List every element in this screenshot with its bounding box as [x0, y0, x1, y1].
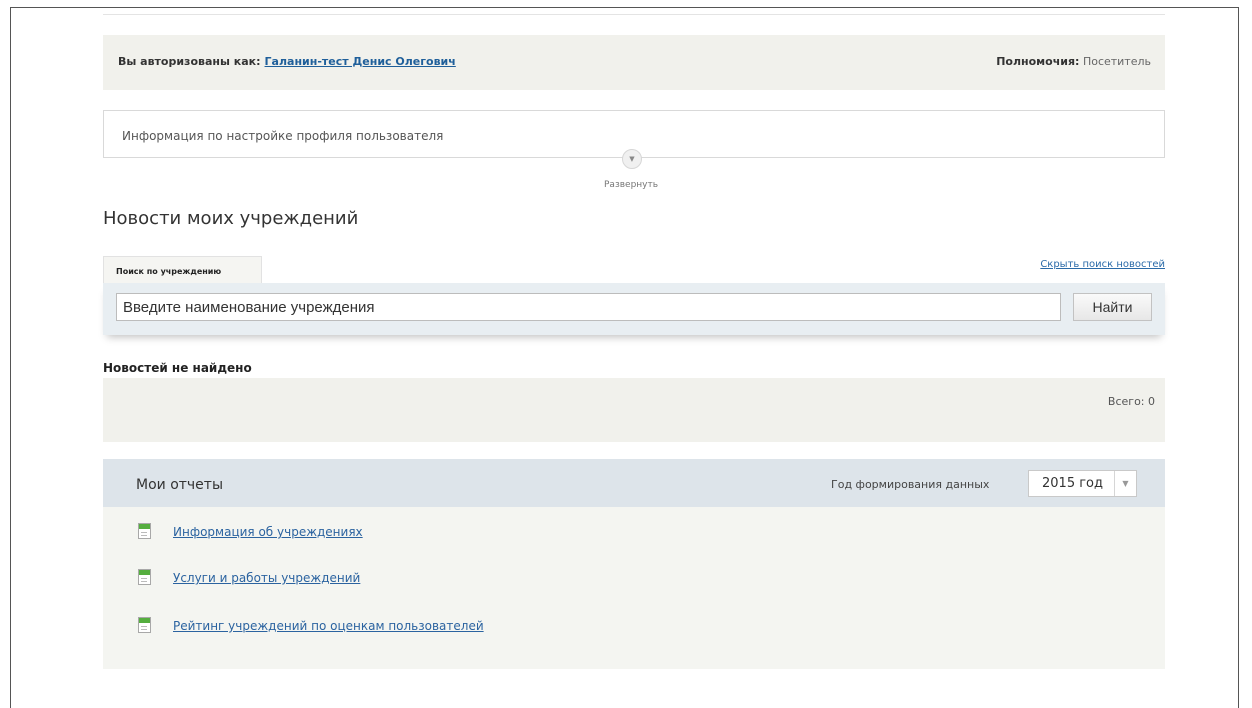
divider [103, 14, 1165, 15]
find-button[interactable]: Найти [1073, 293, 1152, 321]
news-total-count: Всего: 0 [1107, 395, 1155, 408]
role-value: Посетитель [1082, 55, 1151, 68]
news-list-box: Всего: 0 [103, 378, 1165, 442]
report-link[interactable]: Информация об учреждениях [173, 525, 363, 539]
no-news-message: Новостей не найдено [103, 361, 252, 375]
hide-news-search-link[interactable]: Скрыть поиск новостей [1040, 259, 1165, 270]
my-reports-panel: Мои отчеты Год формирования данных 2015 … [103, 459, 1165, 669]
search-panel: Найти [103, 283, 1165, 335]
role-label: Полномочия: [996, 55, 1080, 68]
reports-title: Мои отчеты [136, 477, 224, 493]
report-link[interactable]: Услуги и работы учреждений [173, 571, 360, 585]
expand-link[interactable]: Развернуть [604, 180, 658, 190]
report-doc-icon [138, 523, 151, 539]
report-link[interactable]: Рейтинг учреждений по оценкам пользовате… [173, 619, 484, 633]
user-name-link[interactable]: Галанин-тест Денис Олегович [265, 55, 456, 68]
year-select[interactable]: 2015 год ▼ [1028, 470, 1137, 497]
news-title: Новости моих учреждений [103, 208, 359, 229]
report-doc-icon [138, 617, 151, 633]
tab-label: Поиск по учреждению [116, 267, 222, 276]
institution-search-input[interactable] [116, 293, 1061, 321]
year-label: Год формирования данных [831, 478, 990, 491]
role-info: Полномочия: Посетитель [996, 55, 1151, 68]
chevron-down-icon[interactable]: ▼ [1114, 471, 1136, 496]
tab-search-by-institution[interactable]: Поиск по учреждению [103, 256, 262, 283]
year-selected-value: 2015 год [1042, 476, 1103, 491]
auth-info: Вы авторизованы как: Галанин-тест Денис О… [118, 55, 456, 68]
reports-header: Мои отчеты Год формирования данных 2015 … [103, 459, 1165, 507]
profile-info-text: Информация по настройке профиля пользова… [122, 129, 444, 143]
report-doc-icon [138, 569, 151, 585]
auth-prefix: Вы авторизованы как: [118, 55, 261, 68]
auth-bar: Вы авторизованы как: Галанин-тест Денис О… [103, 35, 1165, 90]
expand-chevron-icon[interactable]: ▼ [622, 149, 642, 169]
